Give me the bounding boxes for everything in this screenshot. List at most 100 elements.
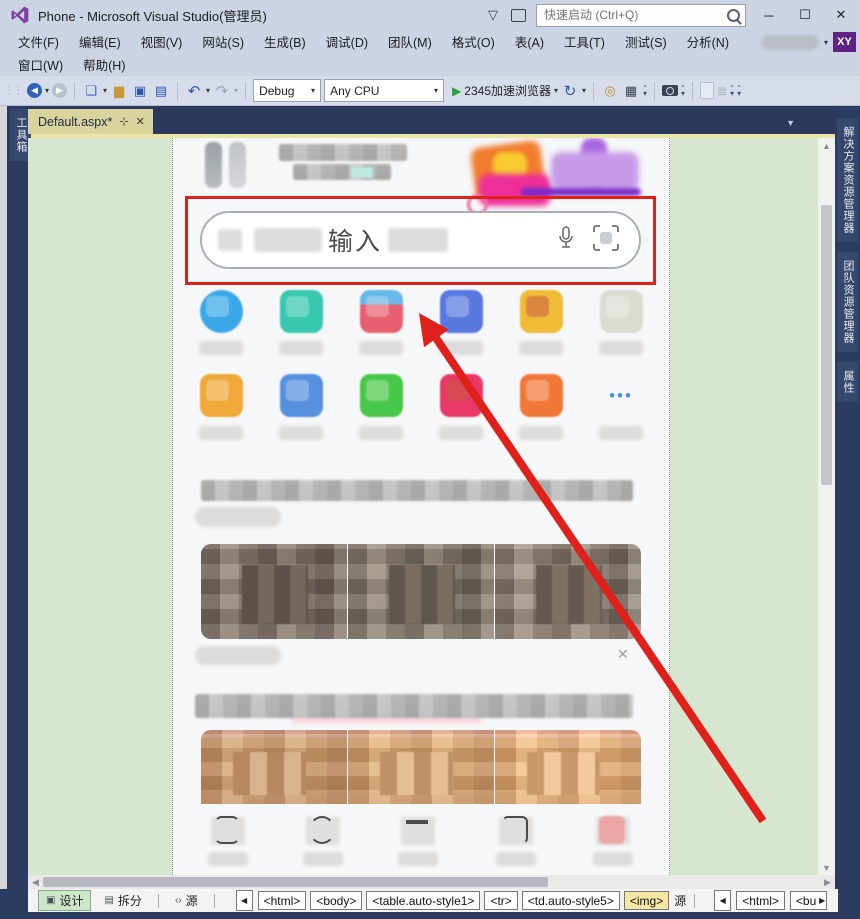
quick-launch-input[interactable] [542,7,727,23]
menu-item[interactable]: 测试(S) [615,32,677,51]
vertical-scrollbar-thumb[interactable] [821,205,832,485]
feedback-icon[interactable] [511,9,526,22]
tag-nav-back-icon[interactable]: ◀ [236,890,253,911]
app-shortcut[interactable] [519,374,563,417]
search-box[interactable]: 输入 [200,211,641,269]
menu-item[interactable]: 分析(N) [677,32,739,51]
app-icon[interactable] [280,374,323,417]
app-icon[interactable] [360,374,403,417]
chevron-down-icon[interactable]: ▾ [824,38,828,47]
bottom-nav-item[interactable] [303,814,343,848]
scroll-right-icon[interactable]: ▶ [820,875,835,890]
tag-button[interactable]: <html> [736,891,785,910]
redo-icon[interactable]: ↷ [213,82,231,100]
bottom-nav-item[interactable] [208,814,248,848]
minimize-button[interactable]: ─ [756,4,782,26]
maximize-button[interactable]: ☐ [792,4,818,26]
open-file-icon[interactable]: ▆ [110,82,128,100]
toolbar-overflow-icon[interactable]: ''▾ [681,86,685,96]
close-icon[interactable]: ✕ [136,115,145,128]
chevron-down-icon[interactable]: ▾ [582,86,586,95]
horizontal-scrollbar[interactable]: ◀ ▶ [28,875,835,889]
app-shortcut[interactable] [279,374,323,417]
scroll-up-icon[interactable]: ▲ [818,138,835,153]
app-shortcut[interactable] [199,374,243,417]
app-icon[interactable] [200,290,243,333]
toolbox-icon[interactable]: ▦ [622,82,640,100]
menu-item[interactable]: 编辑(E) [69,32,131,51]
app-icon[interactable]: ••• [600,374,643,417]
menu-item[interactable]: 网站(S) [192,32,254,51]
menu-item[interactable]: 生成(B) [254,32,316,51]
menu-item[interactable]: 窗口(W) [8,55,73,74]
menu-item[interactable]: 视图(V) [131,32,193,51]
tag-button[interactable]: <td.auto-style5> [522,891,620,910]
solution-configuration-dropdown[interactable]: Debug▾ [253,79,321,102]
app-shortcut[interactable] [279,290,323,333]
news-photo[interactable] [201,544,347,639]
menu-item[interactable]: 调试(D) [316,32,378,51]
app-shortcut[interactable] [599,290,643,333]
app-shortcut[interactable] [359,374,403,417]
news-photo[interactable] [348,544,494,639]
tag-button-truncated[interactable]: <bu ▶ [790,891,827,910]
design-surface[interactable]: 输入 [28,138,818,875]
list-icon[interactable]: ≣ [717,84,727,98]
chevron-down-icon[interactable]: ▾ [45,86,49,95]
scan-camera-icon[interactable] [593,225,619,256]
menu-item[interactable]: 格式(O) [442,32,505,51]
toolbar-grip[interactable]: ⋮⋮ [4,85,22,96]
news-photo[interactable] [201,730,347,804]
app-icon[interactable] [280,290,323,333]
quick-launch-box[interactable] [536,4,746,27]
app-icon[interactable] [600,290,643,333]
split-view-button[interactable]: ▤ 拆分 [96,890,149,911]
menu-item[interactable]: 文件(F) [8,32,69,51]
app-shortcut[interactable] [199,290,243,333]
chevron-down-icon[interactable]: ▾ [554,86,558,95]
find-in-files-icon[interactable]: ◎ [601,82,619,100]
toolbar-overflow-icon[interactable]: ''▾ [730,86,734,96]
filter-icon[interactable]: ▽ [485,7,501,23]
news-photo[interactable] [495,730,641,804]
vertical-scrollbar[interactable]: ▲ ▼ [818,138,835,875]
news-image-strip[interactable] [201,730,641,804]
tag-button[interactable]: <tr> [484,891,517,910]
new-project-icon[interactable]: ❏ [82,82,100,100]
microphone-icon[interactable] [557,226,575,255]
camera-icon[interactable] [662,85,678,96]
user-avatar-badge[interactable]: XY [833,32,856,52]
document-list-dropdown-icon[interactable]: ▼ [786,118,795,128]
app-shortcut[interactable]: ••• [599,374,643,417]
menu-item[interactable]: 工具(T) [554,32,615,51]
horizontal-scrollbar-thumb[interactable] [43,877,548,887]
tag-button[interactable]: <img> [624,891,669,910]
tag-button[interactable]: <body> [310,891,362,910]
news-photo[interactable] [348,730,494,804]
document-tab[interactable]: Default.aspx* ⊹ ✕ [28,109,153,134]
right-panel-tab[interactable]: 解决方案资源管理器 [837,118,858,242]
close-button[interactable]: ✕ [828,4,854,26]
toolbar-overflow-icon[interactable]: ''▾ [643,86,647,96]
app-icon[interactable] [360,290,403,333]
app-shortcut[interactable] [439,290,483,333]
app-shortcut[interactable] [519,290,563,333]
refresh-icon[interactable]: ↻ [561,82,579,100]
navigate-forward-icon[interactable]: ▶ [52,83,67,98]
source-view-button[interactable]: ‹› 源 [167,890,206,911]
tag-button[interactable]: <table.auto-style1> [366,891,480,910]
chevron-down-icon[interactable]: ▾ [234,86,238,95]
designed-page[interactable]: 输入 [172,138,670,875]
menu-item[interactable]: 帮助(H) [73,55,135,74]
app-icon[interactable] [520,290,563,333]
save-all-icon[interactable]: ▤ [152,82,170,100]
menu-item[interactable]: 表(A) [505,32,554,51]
app-shortcut[interactable] [359,290,403,333]
news-photo[interactable] [495,544,641,639]
navigate-back-icon[interactable]: ◀ [27,83,42,98]
run-browser-target[interactable]: 2345加速浏览器 [464,82,551,99]
document-icon[interactable] [700,82,714,99]
right-panel-tab[interactable]: 团队资源管理器 [837,252,858,352]
tag-button[interactable]: <html> [258,891,307,910]
dismiss-suggestion-icon[interactable]: ✕ [617,646,629,663]
